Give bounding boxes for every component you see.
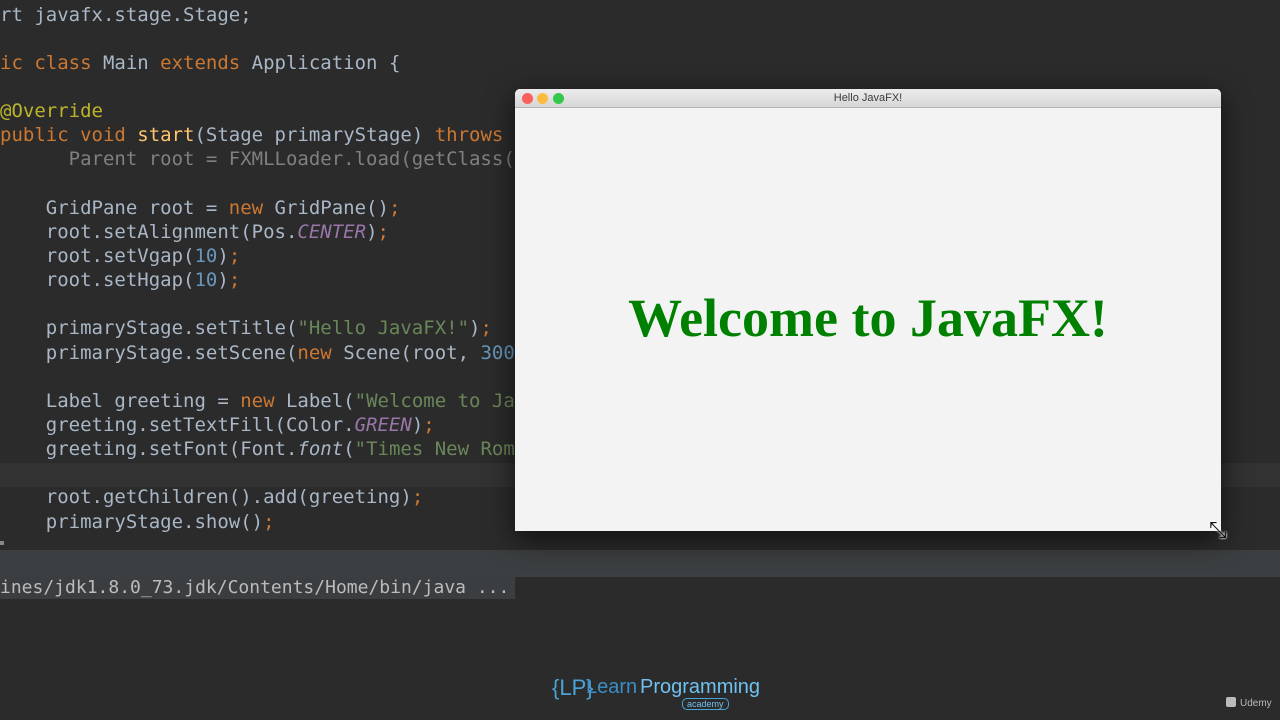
code-token: GridPane() — [274, 197, 389, 219]
code-token: new — [228, 197, 275, 219]
window-titlebar[interactable]: Hello JavaFX! — [515, 89, 1221, 108]
code-token: extends — [160, 52, 252, 74]
code-token: "Times New Rom — [354, 438, 515, 460]
code-token: root.getChildren().add(greeting) — [0, 486, 412, 508]
code-token: ( — [343, 438, 355, 460]
code-token: ) — [469, 317, 481, 339]
code-line[interactable]: primaryStage.setScene(new Scene(root, 30… — [0, 341, 515, 365]
code-token: Parent root = FXMLLoader.load(getClass( — [0, 148, 515, 170]
code-token: rt javafx.stage.Stage; — [0, 4, 252, 26]
code-line[interactable]: GridPane root = new GridPane(); — [0, 196, 401, 220]
code-token: ; — [228, 269, 241, 291]
code-token: CENTER — [297, 221, 367, 243]
code-token: ; — [388, 197, 401, 219]
udemy-icon — [1226, 697, 1236, 707]
code-token: ) — [366, 221, 378, 243]
code-line[interactable]: root.setVgap(10); — [0, 244, 241, 268]
code-token: ) — [217, 269, 229, 291]
code-token: primaryStage.show() — [0, 511, 264, 533]
code-token: ; — [480, 317, 492, 339]
code-token: primaryStage.setScene( — [0, 342, 298, 364]
run-panel-divider[interactable] — [0, 550, 1280, 577]
logo-programming-text: Programming — [640, 676, 761, 698]
logo-learn-text: Learn — [586, 676, 638, 698]
code-line[interactable]: greeting.setFont(Font.font("Times New Ro… — [0, 437, 515, 461]
code-token: Label greeting = — [0, 390, 241, 412]
code-token: new — [297, 342, 344, 364]
console-command-line[interactable]: ines/jdk1.8.0_73.jdk/Contents/Home/bin/j… — [0, 577, 516, 599]
code-token: greeting.setTextFill(Color. — [0, 414, 355, 436]
code-token: greeting.setFont(Font. — [0, 438, 298, 460]
code-line[interactable]: root.getChildren().add(greeting); — [0, 485, 424, 509]
code-line[interactable]: Label greeting = new Label("Welcome to J… — [0, 389, 515, 413]
code-token: GridPane root = — [0, 197, 229, 219]
code-line[interactable]: Parent root = FXMLLoader.load(getClass( — [0, 147, 515, 171]
window-title: Hello JavaFX! — [833, 92, 903, 104]
code-token: GREEN — [354, 414, 412, 436]
code-token: root.setAlignment(Pos. — [0, 221, 298, 243]
code-token: Application { — [251, 52, 401, 74]
code-line[interactable]: public void start(Stage primaryStage) th… — [0, 123, 503, 147]
code-token: ic class — [0, 52, 103, 74]
code-token: ) — [411, 414, 424, 436]
code-line[interactable]: ic class Main extends Application { — [0, 51, 400, 75]
code-token: "Hello JavaFX!" — [297, 317, 470, 339]
greeting-label: Welcome to JavaFX! — [628, 288, 1108, 348]
learnprogramming-logo: {LP} Learn Programming academy — [552, 670, 762, 710]
code-token: root.setVgap( — [0, 245, 195, 267]
code-token: ; — [228, 245, 241, 267]
code-token: ; — [263, 511, 275, 533]
resize-diagonal-icon: ⤡ — [1209, 518, 1227, 543]
code-token: 300 — [480, 342, 515, 364]
udemy-watermark: Udemy — [1226, 697, 1272, 711]
code-line[interactable]: @Override — [0, 99, 103, 123]
code-line[interactable]: greeting.setTextFill(Color.GREEN); — [0, 413, 435, 437]
code-token: Main — [102, 52, 161, 74]
logo-academy-text: academy — [682, 698, 729, 710]
code-line[interactable]: primaryStage.setTitle("Hello JavaFX!"); — [0, 316, 492, 340]
code-token: public void — [0, 124, 138, 146]
code-token: 10 — [194, 269, 218, 291]
code-line[interactable]: root.setAlignment(Pos.CENTER); — [0, 220, 389, 244]
code-token: throws — [434, 124, 504, 146]
code-token: new — [240, 390, 286, 412]
code-token: 10 — [194, 245, 218, 267]
code-token: Label( — [285, 390, 355, 412]
code-token: ) — [217, 245, 229, 267]
code-token: (Stage primaryStage) — [194, 124, 435, 146]
code-token: "Welcome to Ja — [354, 390, 515, 412]
code-token: primaryStage.setTitle( — [0, 317, 298, 339]
code-token: ; — [377, 221, 389, 243]
code-token: Scene(root, — [343, 342, 481, 364]
code-line[interactable]: primaryStage.show(); — [0, 510, 275, 534]
code-line[interactable]: rt javafx.stage.Stage; — [0, 3, 252, 27]
gutter-marker — [0, 541, 4, 545]
code-line[interactable]: root.setHgap(10); — [0, 268, 241, 292]
javafx-window[interactable]: Hello JavaFX! Welcome to JavaFX! — [515, 89, 1221, 531]
code-token: ; — [423, 414, 435, 436]
code-token: @Override — [0, 100, 103, 122]
udemy-text: Udemy — [1240, 698, 1272, 709]
code-token: font — [297, 438, 344, 460]
code-token: ; — [411, 486, 424, 508]
code-token: root.setHgap( — [0, 269, 195, 291]
code-token: start — [137, 124, 195, 146]
